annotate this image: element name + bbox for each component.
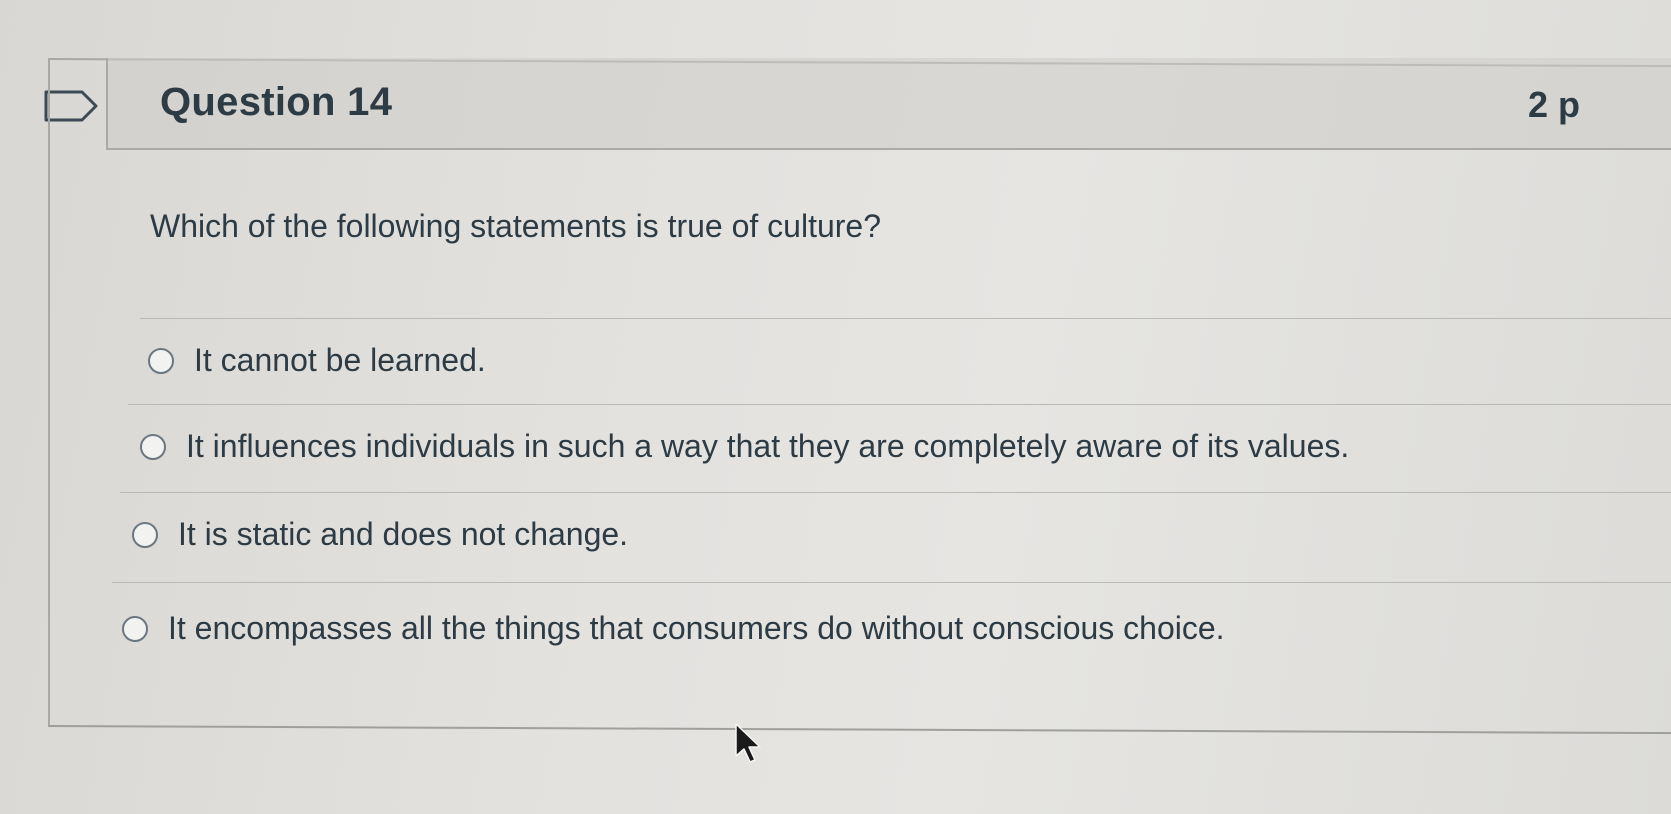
divider xyxy=(128,404,1671,405)
answer-option-3[interactable]: It is static and does not change. xyxy=(132,516,628,553)
divider xyxy=(112,582,1671,583)
answer-label: It is static and does not change. xyxy=(178,516,629,552)
question-title: Question 14 xyxy=(160,80,393,124)
mouse-pointer-icon xyxy=(735,723,761,763)
radio-button[interactable] xyxy=(140,433,166,460)
divider xyxy=(120,492,1671,493)
answer-option-2[interactable]: It influences individuals in such a way … xyxy=(140,428,1349,465)
answer-label: It encompasses all the things that consu… xyxy=(168,610,1225,646)
radio-button[interactable] xyxy=(148,347,174,374)
question-text: Which of the following statements is tru… xyxy=(150,208,882,244)
answer-label: It influences individuals in such a way … xyxy=(186,428,1350,464)
answer-option-1[interactable]: It cannot be learned. xyxy=(148,342,486,379)
answer-label: It cannot be learned. xyxy=(194,342,486,378)
question-points: 2 p xyxy=(1528,84,1581,125)
radio-button[interactable] xyxy=(122,615,148,642)
question-header: Question 14 2 p xyxy=(106,58,1671,150)
quiz-page: Question 14 2 p Which of the following s… xyxy=(0,0,1671,814)
divider xyxy=(140,318,1671,319)
radio-button[interactable] xyxy=(132,521,158,548)
answer-option-4[interactable]: It encompasses all the things that consu… xyxy=(122,610,1225,647)
